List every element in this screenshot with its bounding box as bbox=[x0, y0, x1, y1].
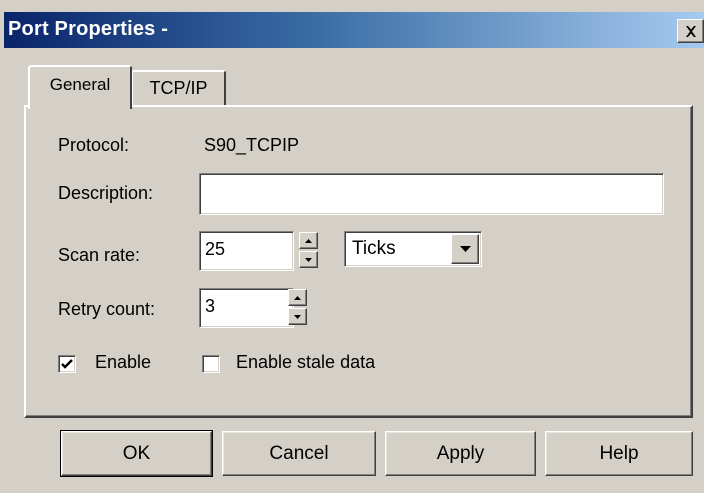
scan-rate-up-button[interactable] bbox=[299, 232, 318, 249]
protocol-value: S90_TCPIP bbox=[204, 135, 300, 155]
window-title: Port Properties - bbox=[8, 18, 169, 40]
scan-rate-unit-select[interactable]: Ticks bbox=[344, 231, 482, 267]
description-input[interactable] bbox=[202, 176, 661, 212]
port-properties-dialog: Port Properties - General TCP/IP Protoco… bbox=[0, 0, 704, 493]
dropdown-button[interactable] bbox=[451, 234, 479, 264]
arrow-up-icon bbox=[294, 295, 301, 300]
protocol-label: Protocol: bbox=[58, 135, 130, 155]
retry-count-up-button[interactable] bbox=[288, 289, 307, 306]
close-button[interactable] bbox=[677, 19, 704, 43]
scan-rate-input[interactable] bbox=[202, 232, 291, 266]
close-icon bbox=[685, 25, 696, 37]
description-label: Description: bbox=[58, 183, 154, 203]
tab-tcpip-label: TCP/IP bbox=[149, 78, 208, 98]
retry-count-field[interactable] bbox=[199, 288, 294, 328]
tab-tcpip[interactable]: TCP/IP bbox=[131, 70, 226, 107]
scan-rate-down-button[interactable] bbox=[299, 251, 318, 268]
tab-general[interactable]: General bbox=[28, 65, 132, 109]
arrow-up-icon bbox=[305, 238, 312, 243]
arrow-down-icon bbox=[294, 314, 301, 319]
retry-count-down-button[interactable] bbox=[288, 308, 307, 325]
arrow-down-icon bbox=[305, 257, 312, 262]
scan-rate-label: Scan rate: bbox=[58, 245, 141, 265]
cancel-button[interactable]: Cancel bbox=[222, 431, 376, 476]
scan-rate-field[interactable] bbox=[199, 231, 294, 271]
retry-count-input[interactable] bbox=[202, 289, 291, 323]
tab-general-label: General bbox=[49, 75, 111, 94]
chevron-down-icon bbox=[459, 246, 471, 252]
enable-checkbox[interactable] bbox=[58, 355, 76, 373]
retry-count-label: Retry count: bbox=[58, 299, 156, 319]
description-field[interactable] bbox=[199, 173, 664, 215]
scan-rate-spinner[interactable] bbox=[299, 232, 318, 270]
enable-label[interactable]: Enable bbox=[95, 352, 151, 373]
enable-stale-data-checkbox[interactable] bbox=[202, 355, 220, 373]
retry-count-spinner[interactable] bbox=[288, 289, 307, 327]
checkmark-icon bbox=[61, 359, 73, 369]
enable-stale-data-label[interactable]: Enable stale data bbox=[236, 352, 375, 373]
ok-button[interactable]: OK bbox=[60, 430, 213, 477]
apply-button[interactable]: Apply bbox=[385, 431, 536, 476]
help-button[interactable]: Help bbox=[545, 431, 693, 476]
general-tab-panel: Protocol: S90_TCPIP Description: Scan ra… bbox=[24, 105, 693, 418]
scan-rate-unit-value: Ticks bbox=[352, 238, 396, 259]
title-bar[interactable]: Port Properties - bbox=[4, 12, 704, 48]
